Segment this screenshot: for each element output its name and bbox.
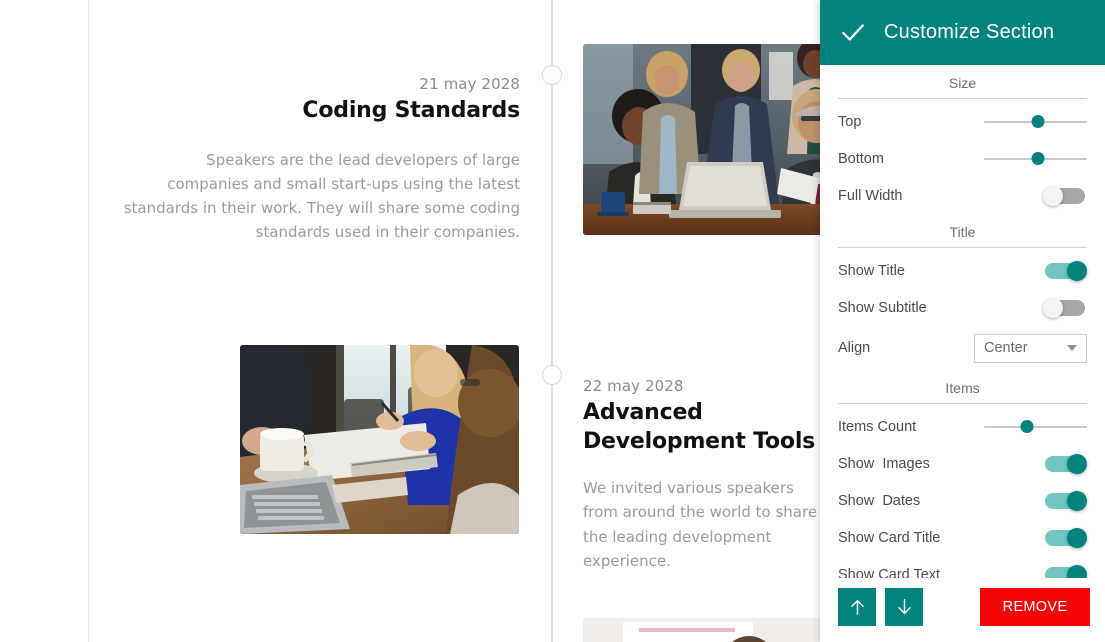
- row-align: Align Center: [838, 326, 1087, 370]
- row-label: Show Subtitle: [838, 299, 927, 316]
- card-image: [583, 618, 843, 642]
- row-label: Show Card Title: [838, 529, 941, 546]
- arrow-down-icon: [897, 599, 911, 615]
- row-label: Show Title: [838, 262, 905, 279]
- toggle-thumb: [1067, 260, 1087, 281]
- group-label-title: Title: [949, 224, 976, 240]
- customize-section-panel: Customize Section Size Top Bottom Full W…: [820, 0, 1105, 642]
- move-down-button[interactable]: [885, 588, 923, 626]
- show-dates-toggle[interactable]: [1043, 490, 1087, 511]
- toggle-thumb: [1043, 297, 1063, 318]
- show-title-toggle[interactable]: [1043, 260, 1087, 281]
- slider-knob[interactable]: [1031, 115, 1045, 128]
- slider-knob[interactable]: [1031, 152, 1045, 165]
- align-select[interactable]: Center: [974, 333, 1087, 363]
- move-up-button[interactable]: [838, 588, 876, 626]
- row-show-dates: Show Dates: [838, 482, 1087, 519]
- remove-button[interactable]: REMOVE: [980, 588, 1090, 626]
- card-text: Speakers are the lead developers of larg…: [123, 150, 520, 242]
- row-label: Show Dates: [838, 492, 921, 509]
- row-label: Bottom: [838, 150, 884, 167]
- card-title: Coding Standards: [302, 98, 520, 123]
- toggle-thumb: [1067, 527, 1087, 548]
- card-text: We invited various speakers from around …: [583, 479, 818, 571]
- card-image: [583, 44, 843, 235]
- group-divider: [838, 403, 1087, 404]
- timeline-dot: [542, 65, 562, 85]
- panel-footer: REMOVE: [820, 578, 1105, 642]
- show-card-title-toggle[interactable]: [1043, 527, 1087, 548]
- card-date: 21 may 2028: [419, 75, 520, 93]
- show-images-toggle[interactable]: [1043, 453, 1087, 474]
- slider-knob[interactable]: [1020, 420, 1034, 433]
- items-count-slider[interactable]: [984, 418, 1087, 436]
- row-show-subtitle: Show Subtitle: [838, 289, 1087, 326]
- row-top: Top: [838, 103, 1087, 140]
- row-full-width: Full Width: [838, 177, 1087, 214]
- timeline-dot: [542, 365, 562, 385]
- row-label: Top: [838, 113, 862, 130]
- full-width-toggle[interactable]: [1043, 185, 1087, 206]
- toggle-thumb: [1067, 453, 1087, 474]
- card-image: [240, 345, 519, 534]
- card-title: Advanced Development Tools: [583, 400, 816, 454]
- timeline-item-text: 21 may 2028 Coding Standards Speakers ar…: [120, 74, 520, 245]
- row-label: Show Images: [838, 455, 930, 472]
- panel-title: Customize Section: [884, 21, 1055, 43]
- slider-track: [984, 425, 1087, 428]
- toggle-thumb: [1067, 564, 1087, 578]
- toggle-thumb: [1067, 490, 1087, 511]
- show-subtitle-toggle[interactable]: [1043, 297, 1087, 318]
- group-label-size: Size: [948, 75, 977, 91]
- row-bottom: Bottom: [838, 140, 1087, 177]
- group-divider: [838, 98, 1087, 99]
- row-label: Items Count: [838, 418, 917, 435]
- toggle-thumb: [1043, 185, 1063, 206]
- row-items-count: Items Count: [838, 408, 1087, 445]
- top-slider[interactable]: [984, 113, 1087, 131]
- timeline-axis: [551, 0, 553, 642]
- row-label: Full Width: [838, 187, 903, 204]
- group-divider: [838, 247, 1087, 248]
- app-root: 21 may 2028 Coding Standards Speakers ar…: [0, 0, 1105, 642]
- row-show-card-text: Show Card Text: [838, 556, 1087, 578]
- chevron-down-icon: [1067, 345, 1077, 351]
- bottom-slider[interactable]: [984, 150, 1087, 168]
- arrow-up-icon: [850, 599, 864, 615]
- panel-body: Size Top Bottom Full Width Title Show Ti…: [820, 65, 1105, 578]
- row-label: Show Card Text: [838, 566, 941, 579]
- timeline-item-text: 22 may 2028 Advanced Development Tools W…: [583, 376, 833, 573]
- row-show-title: Show Title: [838, 252, 1087, 289]
- align-select-value: Center: [984, 340, 1028, 356]
- check-icon[interactable]: [838, 18, 868, 48]
- show-card-text-toggle[interactable]: [1043, 564, 1087, 578]
- row-show-card-title: Show Card Title: [838, 519, 1087, 556]
- row-show-images: Show Images: [838, 445, 1087, 482]
- card-date: 22 may 2028: [583, 377, 684, 395]
- content-left-rule: [88, 0, 89, 642]
- panel-header: Customize Section: [820, 0, 1105, 65]
- row-label: Align: [838, 340, 871, 356]
- group-label-items: Items: [945, 380, 980, 396]
